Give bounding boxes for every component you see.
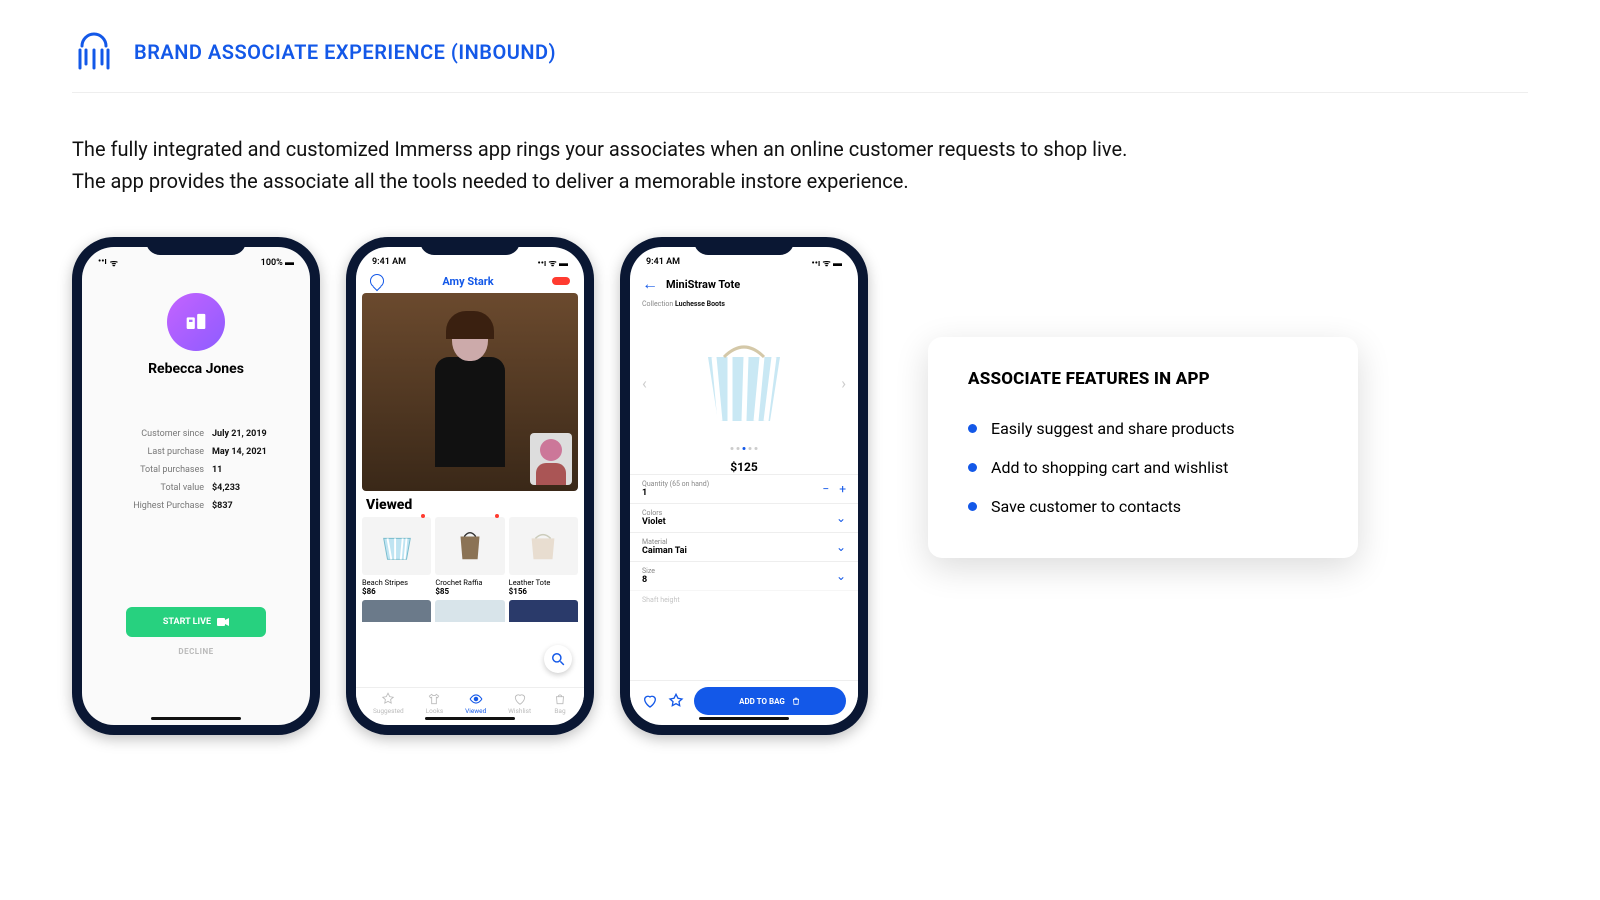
- stat-row: Highest Purchase$837: [100, 497, 292, 515]
- product-card[interactable]: Crochet Raffia$85: [435, 517, 504, 596]
- tab-bar: Suggested Looks Viewed Wishlist Bag: [356, 687, 584, 715]
- chevron-down-icon: ⌄: [836, 511, 846, 525]
- chat-icon[interactable]: [370, 274, 384, 288]
- tab-looks[interactable]: Looks: [426, 692, 444, 715]
- minus-icon[interactable]: −: [822, 482, 829, 496]
- product-gallery[interactable]: ‹ ›: [630, 308, 858, 458]
- stat-row: Total purchases11: [100, 461, 292, 479]
- phone-row: ••ıᯤ 100% ▬ Rebecca Jones Customer since…: [72, 237, 868, 735]
- tab-suggested[interactable]: Suggested: [373, 692, 404, 715]
- bullet-icon: [968, 463, 977, 472]
- features-card: ASSOCIATE FEATURES IN APP Easily suggest…: [928, 337, 1358, 558]
- intro-line-1: The fully integrated and customized Imme…: [72, 133, 1528, 165]
- self-video-pip[interactable]: [530, 433, 572, 485]
- quantity-row[interactable]: Quantity (65 on hand)1 −+: [630, 474, 858, 503]
- video-feed: [362, 293, 578, 491]
- bag-icon: [791, 696, 801, 706]
- brand-logo-icon: [72, 30, 116, 74]
- product-price: $125: [630, 460, 858, 474]
- customer-stats: Customer sinceJuly 21, 2019 Last purchas…: [100, 425, 292, 515]
- bullet-icon: [968, 424, 977, 433]
- tab-bag[interactable]: Bag: [553, 692, 567, 715]
- caller-name: Amy Stark: [442, 275, 493, 288]
- customer-name: Rebecca Jones: [148, 361, 244, 377]
- chevron-down-icon: ⌄: [836, 540, 846, 554]
- viewed-heading: Viewed: [356, 491, 584, 517]
- feature-item: Easily suggest and share products: [968, 409, 1318, 448]
- phone-video-call: 9:41 AM ••ı ᯤ ▬ Amy Stark Viewed: [346, 237, 594, 735]
- add-to-bag-button[interactable]: ADD TO BAG: [694, 687, 846, 715]
- intro-text: The fully integrated and customized Imme…: [72, 133, 1528, 197]
- phone-customer-profile: ••ıᯤ 100% ▬ Rebecca Jones Customer since…: [72, 237, 320, 735]
- search-fab[interactable]: [544, 645, 572, 673]
- chevron-down-icon: ⌄: [836, 569, 846, 583]
- stat-row: Customer sinceJuly 21, 2019: [100, 425, 292, 443]
- product-card[interactable]: Beach Stripes$86: [362, 517, 431, 596]
- page-title: BRAND ASSOCIATE EXPERIENCE (INBOUND): [134, 40, 556, 64]
- product-card[interactable]: Leather Tote$156: [509, 517, 578, 596]
- star-icon[interactable]: [668, 693, 684, 709]
- tab-wishlist[interactable]: Wishlist: [508, 692, 531, 715]
- size-row[interactable]: Size8 ⌄: [630, 561, 858, 590]
- back-arrow-icon[interactable]: ←: [642, 274, 658, 294]
- chevron-left-icon[interactable]: ‹: [642, 374, 647, 393]
- chevron-right-icon[interactable]: ›: [841, 374, 846, 393]
- phone-product-detail: 9:41 AM ••ı ᯤ ▬ ← MiniStraw Tote Collect…: [620, 237, 868, 735]
- feature-item: Save customer to contacts: [968, 487, 1318, 526]
- bullet-icon: [968, 502, 977, 511]
- plus-icon[interactable]: +: [839, 482, 846, 496]
- avatar-icon: [167, 293, 225, 351]
- shaft-row[interactable]: Shaft height: [630, 590, 858, 604]
- feature-item: Add to shopping cart and wishlist: [968, 448, 1318, 487]
- material-row[interactable]: MaterialCaiman Tai ⌄: [630, 532, 858, 561]
- collection-label: Collection Luchesse Boots: [630, 297, 858, 308]
- video-icon: [217, 618, 229, 626]
- colors-row[interactable]: ColorsViolet ⌄: [630, 503, 858, 532]
- tab-viewed[interactable]: Viewed: [465, 692, 486, 715]
- features-heading: ASSOCIATE FEATURES IN APP: [968, 369, 1318, 389]
- product-title: MiniStraw Tote: [666, 278, 740, 291]
- heart-icon[interactable]: [642, 693, 658, 709]
- page-header: BRAND ASSOCIATE EXPERIENCE (INBOUND): [72, 30, 1528, 93]
- stat-row: Total value$4,233: [100, 479, 292, 497]
- hangup-icon[interactable]: [552, 277, 570, 285]
- product-grid: Beach Stripes$86 Crochet Raffia$85 Leath…: [356, 517, 584, 596]
- stat-row: Last purchaseMay 14, 2021: [100, 443, 292, 461]
- start-live-button[interactable]: START LIVE: [126, 607, 266, 637]
- search-icon: [551, 652, 565, 666]
- intro-line-2: The app provides the associate all the t…: [72, 165, 1528, 197]
- decline-button[interactable]: DECLINE: [178, 647, 213, 656]
